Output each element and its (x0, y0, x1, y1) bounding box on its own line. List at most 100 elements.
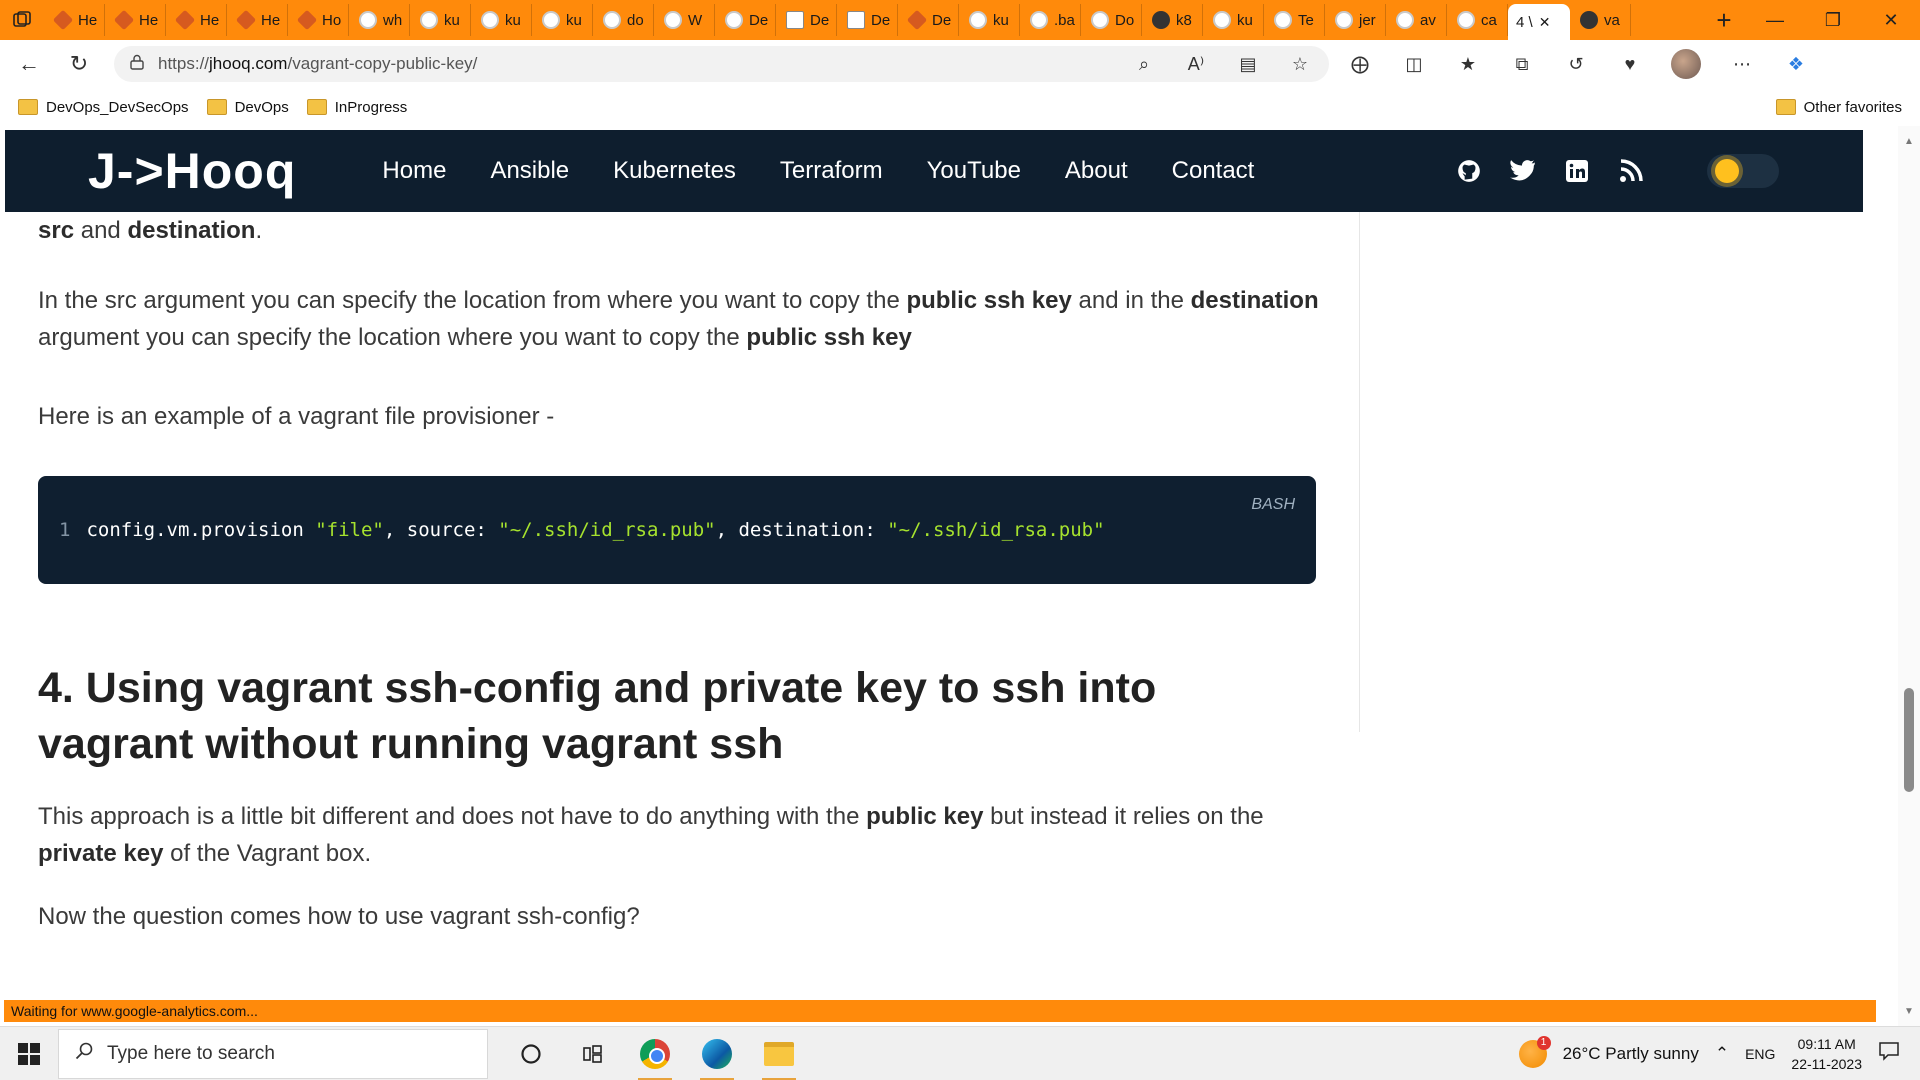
task-view-icon[interactable] (562, 1027, 624, 1080)
clock[interactable]: 09:11 AM 22-11-2023 (1791, 1034, 1862, 1074)
copilot-icon[interactable]: ❖ (1783, 51, 1809, 77)
refresh-button[interactable]: ↻ (58, 43, 100, 85)
theme-toggle[interactable] (1707, 154, 1779, 188)
paragraph-question: Now the question comes how to use vagran… (38, 903, 640, 930)
tab-label: ku (444, 11, 460, 29)
browser-tab[interactable]: ku (471, 4, 532, 36)
nav-home[interactable]: Home (382, 157, 446, 185)
browser-tab[interactable]: k8 (1142, 4, 1203, 36)
browser-tab[interactable]: De (898, 4, 959, 36)
bird-icon (1091, 11, 1109, 29)
browser-tab[interactable]: Do (1081, 4, 1142, 36)
profile-avatar[interactable] (1671, 49, 1701, 79)
taskbar-search[interactable]: Type here to search (58, 1028, 488, 1079)
bird-icon (664, 11, 682, 29)
address-bar[interactable]: https://jhooq.com/vagrant-copy-public-ke… (114, 46, 1329, 82)
new-tab-button[interactable]: + (1702, 0, 1746, 40)
tab-label: W (688, 11, 703, 29)
tray-chevron-icon[interactable]: ⌃ (1715, 1044, 1729, 1064)
favorite-folder-devops-devsecops[interactable]: DevOps_DevSecOps (18, 99, 189, 116)
rss-icon[interactable] (1617, 157, 1645, 185)
nav-kubernetes[interactable]: Kubernetes (613, 157, 736, 185)
browser-tab[interactable]: Te (1264, 4, 1325, 36)
tab-label: k8 (1176, 11, 1192, 29)
back-button[interactable]: ← (8, 43, 50, 85)
google-icon (1457, 11, 1475, 29)
nav-youtube[interactable]: YouTube (927, 157, 1021, 185)
lock-icon[interactable] (130, 54, 144, 75)
notification-icon[interactable] (1878, 1041, 1900, 1066)
performance-icon[interactable]: ♥ (1617, 51, 1643, 77)
browser-tab[interactable]: W (654, 4, 715, 36)
favorite-folder-inprogress[interactable]: InProgress (306, 99, 407, 116)
browser-tab[interactable]: ku (410, 4, 471, 36)
collections-icon[interactable]: ⧉ (1509, 51, 1535, 77)
browser-tab[interactable]: He (44, 4, 105, 36)
github-icon[interactable] (1455, 157, 1483, 185)
chrome-taskbar-icon[interactable] (624, 1027, 686, 1080)
extensions-icon[interactable]: ⨁ (1347, 51, 1373, 77)
language-indicator[interactable]: ENG (1745, 1046, 1775, 1062)
history-icon[interactable]: ↺ (1563, 51, 1589, 77)
other-favorites-folder[interactable]: Other favorites (1775, 99, 1902, 116)
weather-icon[interactable]: 1 (1518, 1035, 1551, 1068)
browser-tab[interactable]: He (166, 4, 227, 36)
browser-tab[interactable]: va (1570, 4, 1631, 36)
browser-tab[interactable]: He (105, 4, 166, 36)
file-explorer-taskbar-icon[interactable] (748, 1027, 810, 1080)
workspaces-icon[interactable] (0, 0, 44, 40)
start-button[interactable] (0, 1027, 58, 1080)
favorite-star-icon[interactable]: ☆ (1287, 51, 1313, 77)
browser-tab[interactable]: ku (532, 4, 593, 36)
url-text[interactable]: https://jhooq.com/vagrant-copy-public-ke… (158, 54, 477, 74)
split-screen-icon[interactable]: ◫ (1401, 51, 1427, 77)
tab-label: He (78, 11, 98, 29)
browser-tab[interactable]: ca (1447, 4, 1508, 36)
browser-tab[interactable]: 4 \ ✕ (1508, 4, 1570, 40)
nav-about[interactable]: About (1065, 157, 1128, 185)
browser-tab[interactable]: Ho (288, 4, 349, 36)
zoom-icon[interactable]: ⌕ (1131, 51, 1157, 77)
browser-tab[interactable]: ku (1203, 4, 1264, 36)
tab-label: De (749, 11, 769, 29)
favorites-list-icon[interactable]: ★ (1455, 51, 1481, 77)
favorite-folder-devops[interactable]: DevOps (206, 99, 289, 116)
immersive-reader-icon[interactable]: ▤ (1235, 51, 1261, 77)
browser-tab[interactable]: jer (1325, 4, 1386, 36)
code-line[interactable]: 1 config.vm.provision "file", source: "~/… (59, 512, 1105, 549)
cortana-icon[interactable] (500, 1027, 562, 1080)
nav-terraform[interactable]: Terraform (780, 157, 883, 185)
read-aloud-icon[interactable]: A⁾ (1183, 51, 1209, 77)
browser-tab[interactable]: De (715, 4, 776, 36)
tab-label: do (627, 11, 644, 29)
linkedin-icon[interactable] (1563, 157, 1591, 185)
close-tab-icon[interactable]: ✕ (1539, 14, 1551, 31)
browser-tab[interactable]: De (837, 4, 898, 36)
browser-tab[interactable]: av (1386, 4, 1447, 36)
edge-taskbar-icon[interactable] (686, 1027, 748, 1080)
browser-tab[interactable]: ku (959, 4, 1020, 36)
minimize-button[interactable]: — (1746, 0, 1804, 40)
nav-ansible[interactable]: Ansible (490, 157, 569, 185)
code-block[interactable]: BASH 1 config.vm.provision "file", source… (38, 476, 1316, 584)
page-scrollbar[interactable]: ▲ ▼ (1898, 126, 1920, 1026)
section-heading: 4. Using vagrant ssh-config and private … (38, 664, 1157, 768)
restore-button[interactable]: ❐ (1804, 0, 1862, 40)
close-window-button[interactable]: ✕ (1862, 0, 1920, 40)
site-logo[interactable]: J->Hooq (88, 142, 296, 200)
more-menu-icon[interactable]: ⋯ (1729, 51, 1755, 77)
weather-text[interactable]: 26°C Partly sunny (1563, 1044, 1699, 1064)
browser-tab[interactable]: wh (349, 4, 410, 36)
browser-tab[interactable]: do (593, 4, 654, 36)
scroll-up-icon[interactable]: ▲ (1903, 136, 1915, 148)
twitter-icon[interactable] (1509, 157, 1537, 185)
window-controls: — ❐ ✕ (1746, 0, 1920, 40)
browser-tab[interactable]: .ba (1020, 4, 1081, 36)
scrollbar-thumb[interactable] (1904, 688, 1914, 792)
google-icon (1213, 11, 1231, 29)
scroll-down-icon[interactable]: ▼ (1903, 1006, 1915, 1018)
nav-contact[interactable]: Contact (1172, 157, 1255, 185)
browser-tab[interactable]: De (776, 4, 837, 36)
browser-tab[interactable]: He (227, 4, 288, 36)
paragraph-approach: This approach is a little bit different … (38, 803, 1264, 867)
